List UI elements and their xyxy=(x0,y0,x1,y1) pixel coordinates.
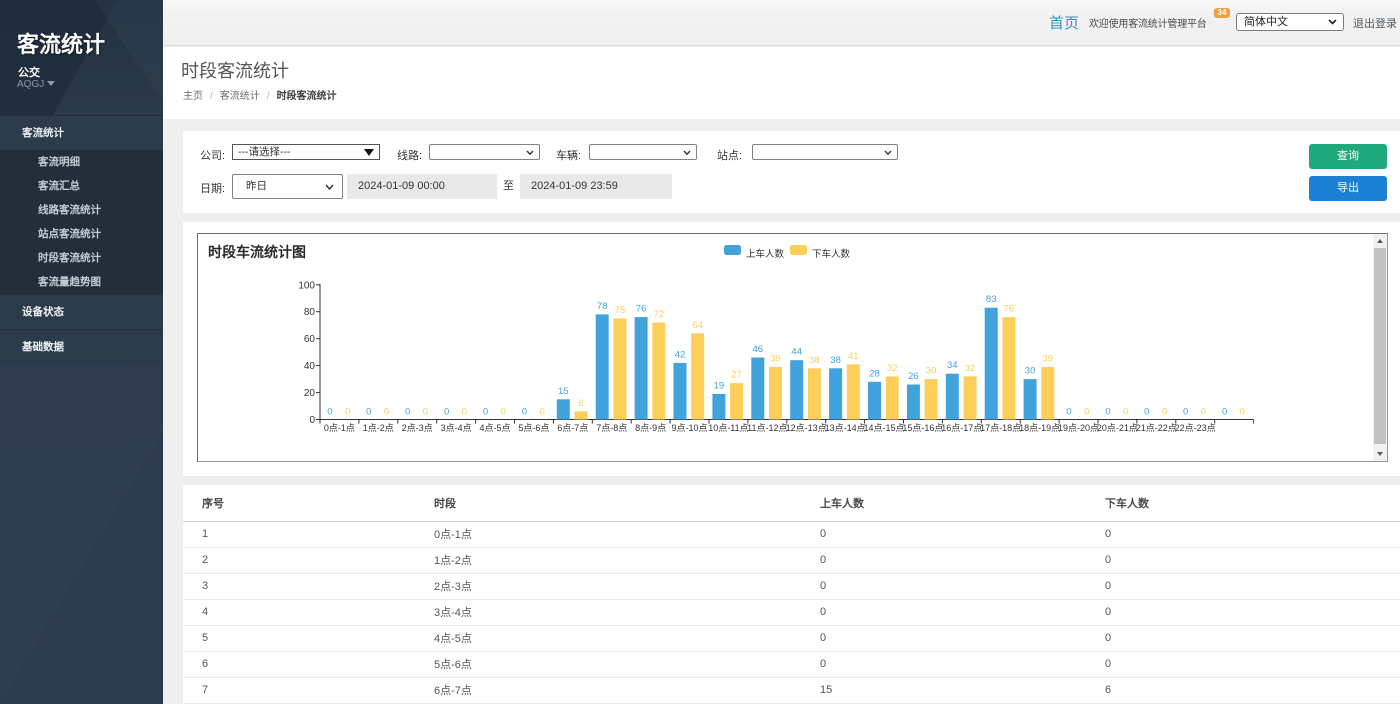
svg-text:0: 0 xyxy=(1183,407,1188,418)
svg-text:0: 0 xyxy=(1066,407,1071,418)
svg-text:64: 64 xyxy=(692,320,703,331)
svg-text:0: 0 xyxy=(1201,407,1206,418)
svg-text:3点-4点: 3点-4点 xyxy=(441,423,472,433)
svg-text:6点-7点: 6点-7点 xyxy=(557,423,588,433)
svg-text:80: 80 xyxy=(304,307,316,318)
svg-text:39: 39 xyxy=(770,354,781,365)
svg-text:27: 27 xyxy=(731,370,742,381)
svg-text:0: 0 xyxy=(384,407,389,418)
svg-text:20点-21点: 20点-21点 xyxy=(1097,423,1138,433)
svg-text:38: 38 xyxy=(809,355,820,366)
svg-text:0: 0 xyxy=(345,407,350,418)
svg-text:32: 32 xyxy=(965,363,976,374)
svg-text:34: 34 xyxy=(947,360,958,371)
svg-text:0: 0 xyxy=(1123,407,1128,418)
svg-text:42: 42 xyxy=(675,349,686,360)
svg-text:44: 44 xyxy=(791,347,802,358)
svg-text:16点-17点: 16点-17点 xyxy=(941,423,982,433)
svg-text:0: 0 xyxy=(1084,407,1089,418)
svg-text:0: 0 xyxy=(1162,407,1167,418)
svg-text:6: 6 xyxy=(578,398,583,409)
svg-text:76: 76 xyxy=(636,304,647,315)
svg-text:0: 0 xyxy=(1240,407,1245,418)
svg-text:2点-3点: 2点-3点 xyxy=(402,423,433,433)
svg-text:83: 83 xyxy=(986,294,997,305)
svg-text:28: 28 xyxy=(869,368,880,379)
svg-text:10点-11点: 10点-11点 xyxy=(708,423,748,433)
svg-text:15点-16点: 15点-16点 xyxy=(902,423,943,433)
svg-text:0: 0 xyxy=(405,407,410,418)
svg-text:11点-12点: 11点-12点 xyxy=(747,423,787,433)
svg-text:46: 46 xyxy=(753,344,764,355)
svg-text:0: 0 xyxy=(483,407,488,418)
svg-text:39: 39 xyxy=(1043,354,1054,365)
svg-text:26: 26 xyxy=(908,371,919,382)
svg-text:40: 40 xyxy=(304,361,316,372)
svg-text:41: 41 xyxy=(848,351,859,362)
svg-text:75: 75 xyxy=(615,305,626,316)
svg-text:0: 0 xyxy=(1222,407,1227,418)
svg-text:0: 0 xyxy=(423,407,428,418)
svg-text:18点-19点: 18点-19点 xyxy=(1019,423,1060,433)
svg-text:12点-13点: 12点-13点 xyxy=(786,423,827,433)
svg-text:22点-23点: 22点-23点 xyxy=(1175,423,1216,433)
svg-text:13点-14点: 13点-14点 xyxy=(825,423,866,433)
svg-text:0: 0 xyxy=(327,407,332,418)
svg-text:19点-20点: 19点-20点 xyxy=(1058,423,1099,433)
svg-text:17点-18点: 17点-18点 xyxy=(980,423,1021,433)
svg-text:76: 76 xyxy=(1004,304,1015,315)
svg-text:0: 0 xyxy=(1144,407,1149,418)
svg-text:78: 78 xyxy=(597,301,608,312)
svg-text:1点-2点: 1点-2点 xyxy=(363,423,394,433)
svg-text:30: 30 xyxy=(926,366,937,377)
svg-text:20: 20 xyxy=(304,388,316,399)
svg-text:14点-15点: 14点-15点 xyxy=(863,423,904,433)
svg-text:0: 0 xyxy=(539,407,544,418)
svg-text:8点-9点: 8点-9点 xyxy=(635,423,666,433)
svg-text:15: 15 xyxy=(558,386,569,397)
svg-text:0: 0 xyxy=(366,407,371,418)
svg-text:4点-5点: 4点-5点 xyxy=(479,423,510,433)
svg-text:0: 0 xyxy=(522,407,527,418)
svg-text:72: 72 xyxy=(654,309,665,320)
svg-text:100: 100 xyxy=(298,280,315,291)
svg-text:30: 30 xyxy=(1025,366,1036,377)
svg-text:19: 19 xyxy=(714,380,725,391)
svg-text:0点-1点: 0点-1点 xyxy=(324,423,355,433)
svg-text:5点-6点: 5点-6点 xyxy=(518,423,549,433)
svg-text:0: 0 xyxy=(444,407,449,418)
svg-text:60: 60 xyxy=(304,334,316,345)
svg-text:0: 0 xyxy=(1105,407,1110,418)
svg-text:0: 0 xyxy=(309,415,315,426)
svg-text:38: 38 xyxy=(830,355,841,366)
svg-text:21点-22点: 21点-22点 xyxy=(1136,423,1177,433)
svg-text:32: 32 xyxy=(887,363,898,374)
svg-text:0: 0 xyxy=(501,407,506,418)
svg-text:7点-8点: 7点-8点 xyxy=(596,423,627,433)
svg-text:9点-10点: 9点-10点 xyxy=(671,423,707,433)
svg-text:0: 0 xyxy=(462,407,467,418)
